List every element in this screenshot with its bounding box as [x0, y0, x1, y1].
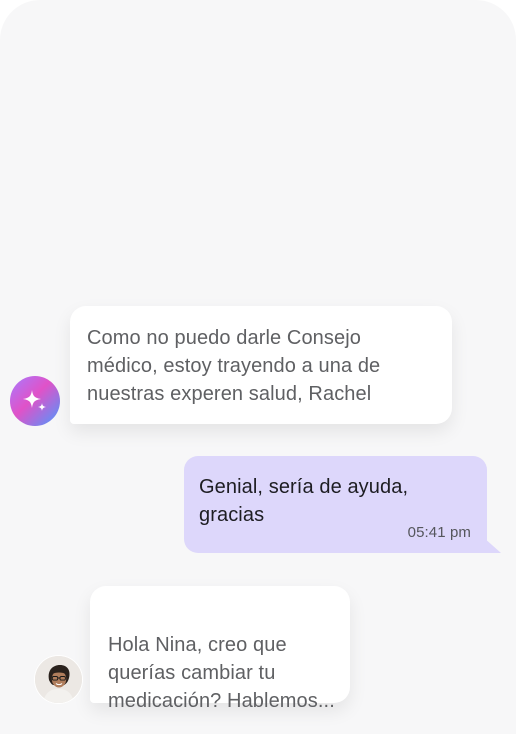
sparkle-icon: [23, 390, 46, 411]
assistant-message-bubble: Como no puedo darle Consejo médico, esto…: [70, 306, 452, 424]
user-message-text: Genial, sería de ayuda, gracias: [199, 476, 409, 526]
agent-avatar[interactable]: [35, 656, 82, 703]
assistant-message-text: Como no puedo darle Consejo médico, esto…: [87, 327, 381, 405]
person-avatar-icon: [35, 656, 82, 703]
agent-message-bubble: Hola Nina, creo que querías cambiar tu m…: [90, 586, 350, 712]
chat-screen: Como no puedo darle Consejo médico, esto…: [0, 0, 516, 734]
message-timestamp: 05:41 pm: [407, 524, 471, 541]
bubble-tail: [483, 537, 501, 553]
agent-message-text: Hola Nina, creo que querías cambiar tu m…: [108, 634, 335, 712]
assistant-avatar: [10, 376, 60, 426]
user-message-bubble: Genial, sería de ayuda, gracias 05:41 pm: [184, 456, 501, 553]
